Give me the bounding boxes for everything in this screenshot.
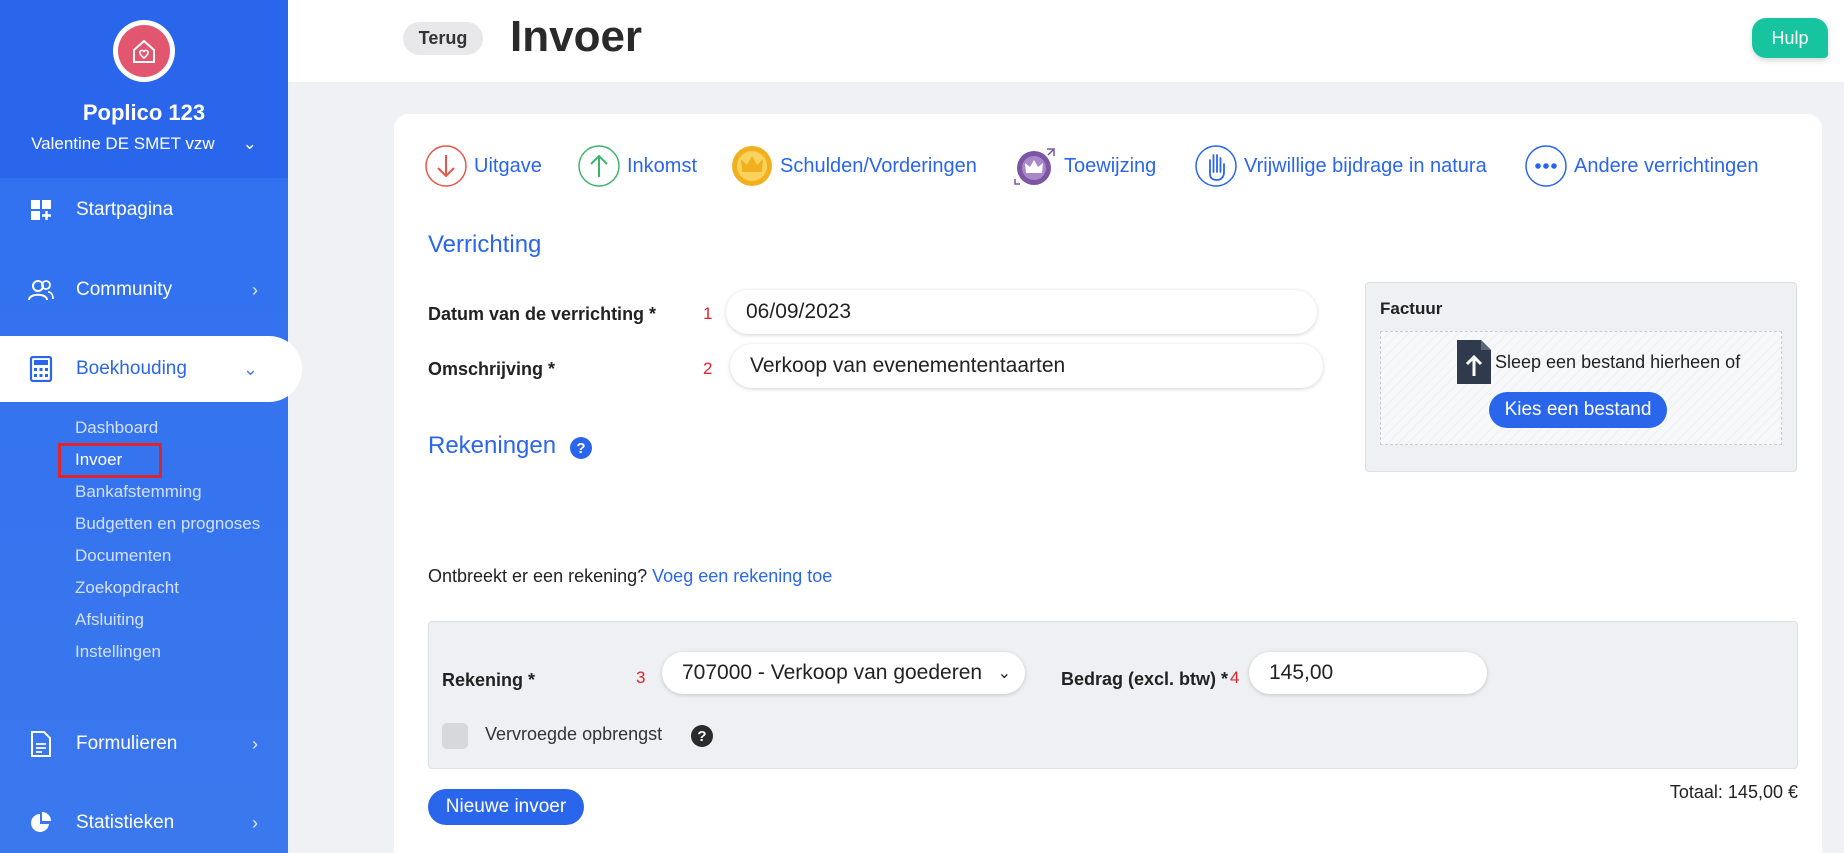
early-revenue-checkbox[interactable] <box>442 723 468 749</box>
subnav-afsluiting[interactable]: Afsluiting <box>75 604 260 636</box>
nav-startpagina[interactable]: Startpagina <box>0 177 288 243</box>
type-toewijzing[interactable]: Toewijzing <box>1014 144 1156 188</box>
early-revenue-label: Vervroegde opbrengst <box>485 724 663 744</box>
drop-text: Sleep een bestand hierheen of <box>1495 351 1741 372</box>
entry-card: Uitgave Inkomst Schulden/Vorderingen Toe… <box>394 114 1822 853</box>
org-logo[interactable] <box>113 20 175 82</box>
nav-label: Boekhouding <box>76 358 187 379</box>
type-label: Toewijzing <box>1064 154 1157 177</box>
file-dropzone[interactable]: Sleep een bestand hierheen of Kies een b… <box>1380 331 1782 445</box>
step-number: 2 <box>703 359 713 378</box>
file-upload-icon <box>1457 340 1491 384</box>
date-field[interactable]: 06/09/2023 <box>726 290 1317 334</box>
type-andere-verrichtingen[interactable]: Andere verrichtingen <box>1524 144 1759 188</box>
step-number: 1 <box>703 304 713 323</box>
account-select[interactable]: 707000 - Verkoop van goederen ⌄ <box>662 652 1025 694</box>
calculator-icon <box>28 356 54 382</box>
help-button[interactable]: Hulp <box>1752 18 1828 58</box>
type-label: Schulden/Vorderingen <box>780 154 977 177</box>
amount-field[interactable]: 145,00 <box>1249 652 1487 694</box>
invoice-title: Factuur <box>1380 299 1443 318</box>
nav-statistieken[interactable]: Statistieken › <box>0 790 288 853</box>
arrow-up-icon <box>578 145 620 187</box>
type-uitgave[interactable]: Uitgave <box>424 144 542 188</box>
section-title-rekeningen: Rekeningen <box>428 432 557 459</box>
account-line-panel: Rekening * 3 707000 - Verkoop van goeder… <box>428 621 1798 769</box>
dashboard-icon <box>28 197 54 223</box>
total-amount: Totaal: 145,00 € <box>1669 782 1798 802</box>
description-label: Omschrijving * <box>428 359 556 379</box>
brand-header: Poplico 123 Valentine DE SMET vzw ⌄ <box>0 0 288 178</box>
chevron-right-icon: › <box>252 279 258 300</box>
nav-boekhouding[interactable]: Boekhouding ⌄ <box>0 336 302 402</box>
type-label: Uitgave <box>474 154 542 177</box>
type-label: Inkomst <box>627 154 698 177</box>
document-icon <box>28 731 54 757</box>
account-select-value: 707000 - Verkoop van goederen <box>682 661 983 684</box>
section-title-verrichting: Verrichting <box>428 231 542 258</box>
arrow-down-icon <box>425 145 467 187</box>
chevron-down-icon: ⌄ <box>242 358 258 379</box>
org-sub-label: Valentine DE SMET vzw <box>31 134 215 153</box>
nav-label: Community <box>76 279 173 300</box>
subnav-bankafstemming[interactable]: Bankafstemming <box>75 476 260 508</box>
hand-icon <box>1195 145 1237 187</box>
nav-formulieren[interactable]: Formulieren › <box>0 711 288 777</box>
help-icon[interactable]: ? <box>691 725 713 747</box>
description-field[interactable]: Verkoop van evenemententaarten <box>730 344 1323 388</box>
type-vrijwillige-bijdrage[interactable]: Vrijwillige bijdrage in natura <box>1194 144 1487 188</box>
annotation-highlight-box <box>58 443 162 478</box>
new-entry-button[interactable]: Nieuwe invoer <box>428 789 584 825</box>
type-label: Andere verrichtingen <box>1574 154 1759 177</box>
missing-account-question: Ontbreekt er een rekening? <box>428 566 648 586</box>
page-title: Invoer <box>510 12 643 61</box>
chevron-down-icon: ⌄ <box>242 134 257 153</box>
missing-account-text: Ontbreekt er een rekening? Voeg een reke… <box>428 566 832 587</box>
choose-file-button[interactable]: Kies een bestand <box>1489 392 1667 428</box>
account-label: Rekening * <box>442 670 536 690</box>
more-icon <box>1525 145 1567 187</box>
nav-label: Statistieken <box>76 812 175 833</box>
nav-label: Formulieren <box>76 733 178 754</box>
invoice-panel: Factuur Sleep een bestand hierheen of Ki… <box>1365 282 1797 472</box>
step-number: 3 <box>636 668 646 687</box>
subnav-documenten[interactable]: Documenten <box>75 540 260 572</box>
users-icon <box>28 277 54 303</box>
subnav-instellingen[interactable]: Instellingen <box>75 636 260 668</box>
back-button[interactable]: Terug <box>403 22 483 55</box>
nav-community[interactable]: Community › <box>0 257 288 323</box>
chevron-right-icon: › <box>252 812 258 833</box>
type-inkomst[interactable]: Inkomst <box>577 144 697 188</box>
subnav-budgetten[interactable]: Budgetten en prognoses <box>75 508 260 540</box>
type-label: Vrijwillige bijdrage in natura <box>1244 154 1487 177</box>
drop-instructions: Sleep een bestand hierheen of <box>1457 340 1740 384</box>
chevron-right-icon: › <box>252 733 258 754</box>
subnav-zoekopdracht[interactable]: Zoekopdracht <box>75 572 260 604</box>
pie-chart-icon <box>28 810 54 836</box>
add-account-link[interactable]: Voeg een rekening toe <box>652 566 832 586</box>
chevron-down-icon: ⌄ <box>997 665 1011 682</box>
type-schulden-vorderingen[interactable]: Schulden/Vorderingen <box>730 144 977 188</box>
nav-label: Startpagina <box>76 199 174 220</box>
subnav-dashboard[interactable]: Dashboard <box>75 412 260 444</box>
crown-transfer-icon <box>1014 148 1055 185</box>
org-name: Poplico 123 <box>82 100 206 125</box>
amount-label: Bedrag (excl. btw) * <box>1061 669 1229 689</box>
transaction-type-tabs: Uitgave Inkomst Schulden/Vorderingen Toe… <box>424 144 1804 196</box>
crown-icon <box>732 146 772 186</box>
step-number: 4 <box>1230 668 1240 687</box>
org-switcher[interactable]: Valentine DE SMET vzw ⌄ <box>0 134 288 154</box>
help-icon[interactable]: ? <box>570 437 592 459</box>
date-label: Datum van de verrichting * <box>428 304 657 324</box>
house-heart-icon <box>133 39 155 63</box>
top-header: Terug Invoer Hulp <box>288 0 1844 82</box>
sidebar: Poplico 123 Valentine DE SMET vzw ⌄ Star… <box>0 0 302 853</box>
